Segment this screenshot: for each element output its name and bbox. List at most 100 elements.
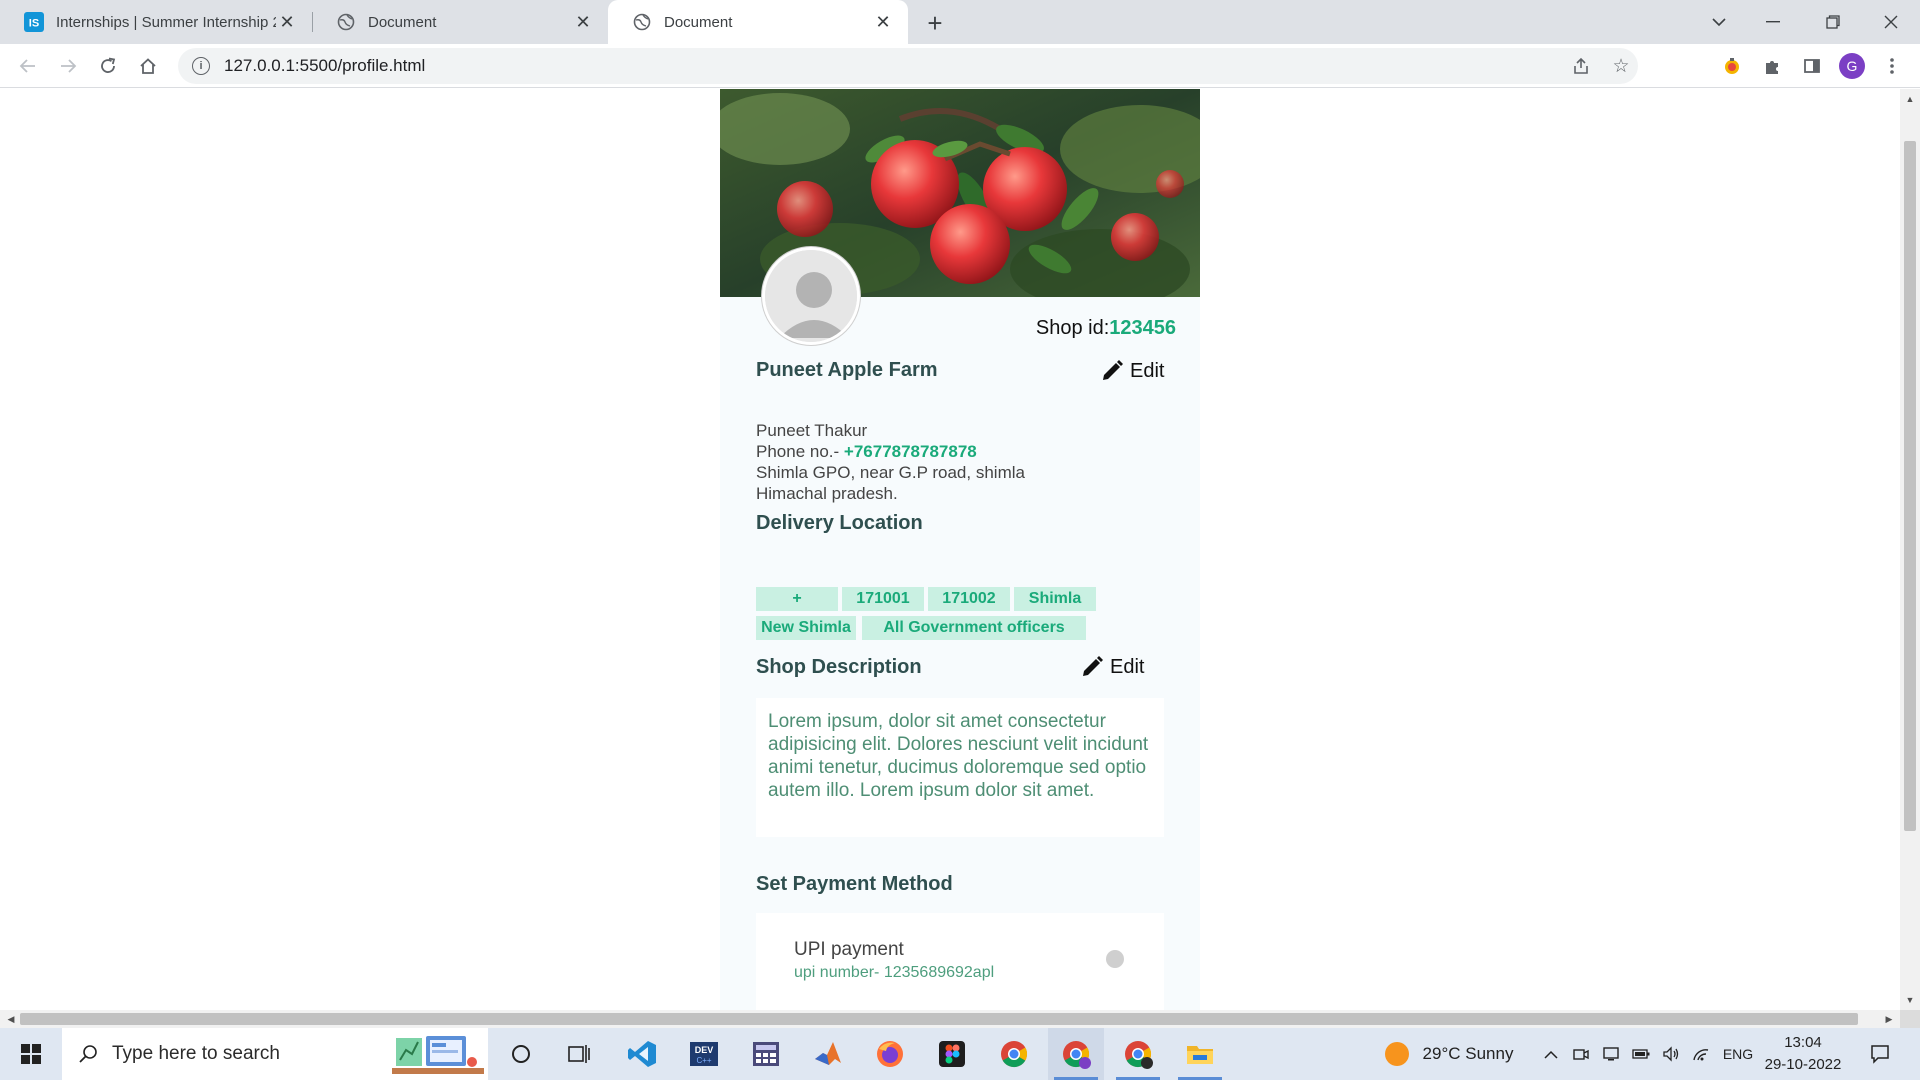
location-tag[interactable]: 171002 bbox=[928, 587, 1010, 611]
matlab-taskbar-app[interactable] bbox=[800, 1028, 856, 1080]
shop-profile-card: Shop id:123456 Puneet Apple Farm Edit Pu… bbox=[720, 89, 1200, 1010]
network-display-icon[interactable] bbox=[1598, 1028, 1624, 1080]
reload-button[interactable] bbox=[92, 50, 124, 82]
shop-id-label: Shop id: bbox=[1035, 317, 1110, 339]
scroll-right-arrow[interactable]: ▶ bbox=[1880, 1010, 1898, 1028]
profile-avatar[interactable]: G bbox=[1836, 50, 1868, 82]
scroll-up-arrow[interactable]: ▲ bbox=[1900, 91, 1920, 107]
new-tab-button[interactable]: + bbox=[919, 7, 951, 39]
chrome-menu-icon[interactable] bbox=[1876, 50, 1908, 82]
figma-taskbar-app[interactable] bbox=[924, 1028, 980, 1080]
sun-icon bbox=[1384, 1042, 1409, 1066]
shop-id: Shop id:123456 bbox=[1036, 317, 1176, 340]
edit-label: Edit bbox=[1130, 359, 1165, 382]
tab-search-chevron-icon[interactable] bbox=[1692, 0, 1746, 44]
tab-title: Document bbox=[368, 13, 437, 31]
app-grid-icon bbox=[753, 1042, 779, 1066]
start-button[interactable] bbox=[0, 1028, 62, 1080]
file-explorer-taskbar-app[interactable] bbox=[1172, 1028, 1228, 1080]
tab-title: Internships | Summer Internship 2 bbox=[56, 13, 276, 31]
figma-icon bbox=[939, 1041, 965, 1067]
scroll-left-arrow[interactable]: ◀ bbox=[2, 1010, 20, 1028]
weather-widget[interactable]: 29°C Sunny bbox=[1374, 1028, 1524, 1080]
tab-title: Document bbox=[664, 13, 733, 31]
share-icon[interactable] bbox=[1569, 54, 1593, 78]
edit-label: Edit bbox=[1110, 655, 1145, 678]
svg-text:C++: C++ bbox=[696, 1056, 711, 1065]
internshala-icon: IS bbox=[24, 12, 44, 32]
wifi-icon[interactable] bbox=[1688, 1028, 1714, 1080]
location-tag[interactable]: New Shimla bbox=[756, 616, 856, 640]
avatar[interactable] bbox=[762, 247, 860, 345]
url-text[interactable]: 127.0.0.1:5500/profile.html bbox=[224, 56, 425, 76]
upi-toggle[interactable] bbox=[1086, 949, 1124, 969]
tab-internships[interactable]: IS Internships | Summer Internship 2 ✕ bbox=[0, 0, 312, 44]
chrome-icon bbox=[1125, 1041, 1153, 1069]
address-bar[interactable]: i 127.0.0.1:5500/profile.html ☆ bbox=[178, 48, 1638, 84]
tab-document-2[interactable]: Document ✕ bbox=[608, 0, 908, 44]
close-tab-icon[interactable]: ✕ bbox=[572, 11, 594, 33]
system-clock[interactable]: 13:04 29-10-2022 bbox=[1760, 1032, 1846, 1076]
location-tag[interactable]: All Government officers bbox=[862, 616, 1086, 640]
forward-button[interactable] bbox=[52, 50, 84, 82]
restore-button[interactable] bbox=[1806, 0, 1860, 44]
scrollbar-thumb[interactable] bbox=[20, 1013, 1858, 1025]
toggle-knob bbox=[1106, 950, 1124, 968]
chrome-profile-taskbar-app[interactable] bbox=[1048, 1028, 1104, 1080]
location-tag[interactable]: 171001 bbox=[842, 587, 924, 611]
shop-description-text[interactable]: Lorem ipsum, dolor sit amet consectetur … bbox=[756, 698, 1164, 837]
close-tab-icon[interactable]: ✕ bbox=[276, 11, 298, 33]
pencil-icon bbox=[1083, 656, 1103, 676]
close-tab-icon[interactable]: ✕ bbox=[872, 11, 894, 33]
scroll-down-arrow[interactable]: ▼ bbox=[1900, 992, 1920, 1008]
bookmark-star-icon[interactable]: ☆ bbox=[1609, 54, 1633, 78]
volume-icon[interactable] bbox=[1658, 1028, 1684, 1080]
language-indicator[interactable]: ENG bbox=[1718, 1028, 1758, 1080]
vertical-scrollbar[interactable]: ▲ ▼ bbox=[1900, 89, 1920, 1010]
site-info-icon[interactable]: i bbox=[192, 57, 210, 75]
weather-text: 29°C Sunny bbox=[1422, 1044, 1514, 1063]
home-button[interactable] bbox=[132, 50, 164, 82]
task-view-button[interactable] bbox=[552, 1028, 606, 1080]
clock-date: 29-10-2022 bbox=[1764, 1056, 1842, 1073]
tab-document-1[interactable]: Document ✕ bbox=[312, 0, 608, 44]
profile-initial: G bbox=[1839, 53, 1865, 79]
pencil-icon bbox=[1103, 360, 1123, 380]
scrollbar-corner bbox=[1900, 1010, 1920, 1028]
clock-time: 13:04 bbox=[1784, 1034, 1822, 1051]
close-window-button[interactable] bbox=[1864, 0, 1918, 44]
cortana-circle-icon bbox=[512, 1045, 530, 1063]
chrome-taskbar-app[interactable] bbox=[986, 1028, 1042, 1080]
edit-profile-button[interactable]: Edit bbox=[1100, 359, 1164, 383]
search-icon bbox=[79, 1045, 97, 1063]
taskbar-search-input[interactable]: Type here to search bbox=[62, 1028, 488, 1080]
devcpp-icon: DEVC++ bbox=[690, 1042, 718, 1066]
vscode-taskbar-app[interactable] bbox=[614, 1028, 670, 1080]
add-location-tag[interactable]: + bbox=[756, 587, 838, 611]
task-view-icon bbox=[568, 1045, 590, 1063]
scrollbar-thumb[interactable] bbox=[1904, 141, 1916, 831]
battery-icon[interactable] bbox=[1628, 1028, 1654, 1080]
side-panel-icon[interactable] bbox=[1796, 50, 1828, 82]
extension-icon[interactable] bbox=[1716, 50, 1748, 82]
notification-center-button[interactable] bbox=[1860, 1028, 1900, 1080]
devcpp-taskbar-app[interactable]: DEV C++ bbox=[676, 1028, 732, 1080]
location-tag[interactable]: Shimla bbox=[1014, 587, 1096, 611]
payment-method-label: UPI payment bbox=[794, 939, 904, 960]
back-button[interactable] bbox=[12, 50, 44, 82]
delivery-location-title: Delivery Location bbox=[756, 512, 923, 534]
firefox-taskbar-app[interactable] bbox=[862, 1028, 918, 1080]
owner-name: Puneet Thakur bbox=[756, 421, 868, 440]
windows-logo-icon bbox=[21, 1044, 41, 1064]
calculator-taskbar-app[interactable] bbox=[738, 1028, 794, 1080]
upi-number: upi number- 1235689692apl bbox=[794, 964, 995, 981]
shop-name: Puneet Apple Farm bbox=[756, 359, 938, 381]
show-hidden-icons-chevron-icon[interactable] bbox=[1538, 1028, 1564, 1080]
chrome-profile-2-taskbar-app[interactable] bbox=[1110, 1028, 1166, 1080]
cortana-button[interactable] bbox=[494, 1028, 548, 1080]
edit-description-button[interactable]: Edit bbox=[1080, 655, 1144, 679]
horizontal-scrollbar[interactable]: ◀ ▶ bbox=[0, 1010, 1900, 1028]
extensions-puzzle-icon[interactable] bbox=[1756, 50, 1788, 82]
meet-now-icon[interactable] bbox=[1568, 1028, 1594, 1080]
minimize-button[interactable] bbox=[1746, 0, 1800, 44]
